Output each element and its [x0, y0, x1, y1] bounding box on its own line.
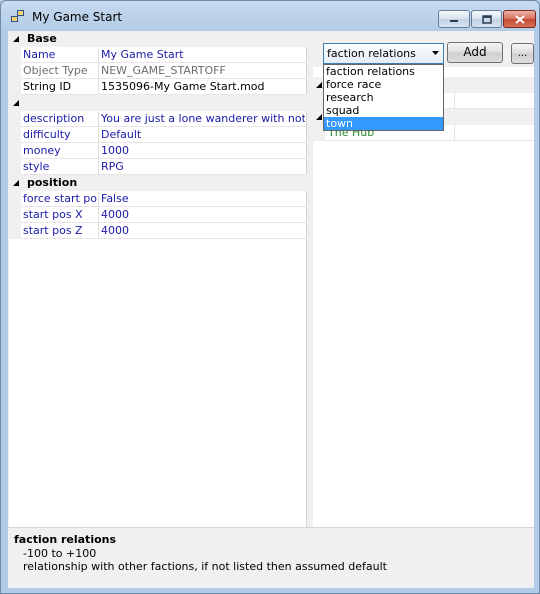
title-bar[interactable]: My Game Start	[1, 1, 539, 31]
property-row-money[interactable]: money 1000	[9, 143, 307, 159]
category-unnamed[interactable]	[9, 95, 307, 111]
help-description: relationship with other factions, if not…	[23, 560, 387, 573]
window-title: My Game Start	[32, 10, 123, 24]
collapse-icon[interactable]	[13, 36, 20, 43]
collapse-icon[interactable]	[316, 114, 323, 121]
dropdown-option-squad[interactable]: squad	[324, 104, 443, 117]
dropdown-option-research[interactable]: research	[324, 91, 443, 104]
property-grid: Base Name My Game Start Object Type NEW_…	[9, 31, 307, 527]
property-row-description[interactable]: description You are just a lone wanderer…	[9, 111, 307, 127]
property-name: Name	[23, 48, 56, 61]
property-name: force start pos	[23, 192, 97, 205]
combo-dropdown-list: faction relations force race research sq…	[323, 64, 444, 131]
category-base[interactable]: Base	[9, 31, 307, 47]
main-window: My Game Start Base Name My Game Start Ob…	[0, 0, 540, 594]
minimize-button[interactable]	[438, 10, 470, 28]
property-value[interactable]: False	[101, 192, 305, 205]
property-name: description	[23, 112, 85, 125]
property-value[interactable]: My Game Start	[101, 48, 305, 61]
property-row-object-type[interactable]: Object Type NEW_GAME_STARTOFF	[9, 63, 307, 79]
property-value[interactable]: 1000	[101, 144, 305, 157]
minimize-icon	[450, 20, 458, 22]
property-value[interactable]: Default	[101, 128, 305, 141]
property-row-force-start-pos[interactable]: force start pos False	[9, 191, 307, 207]
help-panel: faction relations -100 to +100 relations…	[8, 527, 534, 588]
property-row-start-pos-z[interactable]: start pos Z 4000	[9, 223, 307, 239]
chevron-down-icon[interactable]	[432, 51, 439, 55]
property-value: NEW_GAME_STARTOFF	[101, 64, 226, 77]
collapse-icon[interactable]	[13, 100, 20, 107]
help-range: -100 to +100	[23, 547, 97, 560]
property-value[interactable]: 4000	[101, 224, 305, 237]
property-row-difficulty[interactable]: difficulty Default	[9, 127, 307, 143]
property-name: start pos X	[23, 208, 83, 221]
property-name: money	[23, 144, 61, 157]
category-position[interactable]: position	[9, 175, 307, 191]
client-area: Base Name My Game Start Object Type NEW_…	[8, 31, 534, 588]
relations-list: The Hub	[313, 67, 534, 527]
add-button[interactable]: Add	[447, 42, 503, 63]
type-combo[interactable]: faction relations	[323, 43, 444, 64]
property-row-style[interactable]: style RPG	[9, 159, 307, 175]
dropdown-option-force-race[interactable]: force race	[324, 78, 443, 91]
help-title: faction relations	[14, 533, 117, 546]
property-value[interactable]: 4000	[101, 208, 305, 221]
maximize-button[interactable]	[471, 10, 502, 28]
property-row-string-id[interactable]: String ID 1535096-My Game Start.mod	[9, 79, 307, 95]
combo-selected-text: faction relations	[327, 47, 416, 60]
property-name: difficulty	[23, 128, 71, 141]
more-button[interactable]: ...	[511, 43, 534, 64]
property-value[interactable]: You are just a lone wanderer with nothin…	[101, 112, 305, 125]
dropdown-option-faction-relations[interactable]: faction relations	[324, 65, 443, 78]
app-icon	[11, 10, 25, 23]
maximize-icon	[481, 14, 492, 24]
property-value[interactable]: 1535096-My Game Start.mod	[101, 80, 305, 93]
property-name: String ID	[23, 80, 72, 93]
category-label: Base	[27, 32, 57, 45]
property-name: style	[23, 160, 50, 173]
property-row-name[interactable]: Name My Game Start	[9, 47, 307, 63]
property-name: start pos Z	[23, 224, 83, 237]
dropdown-option-town[interactable]: town	[324, 117, 443, 130]
collapse-icon[interactable]	[13, 180, 20, 187]
close-icon	[514, 14, 525, 24]
property-row-start-pos-x[interactable]: start pos X 4000	[9, 207, 307, 223]
close-button[interactable]	[503, 10, 536, 28]
collapse-icon[interactable]	[316, 82, 323, 89]
property-name: Object Type	[23, 64, 88, 77]
property-value[interactable]: RPG	[101, 160, 305, 173]
category-label: position	[27, 176, 78, 189]
